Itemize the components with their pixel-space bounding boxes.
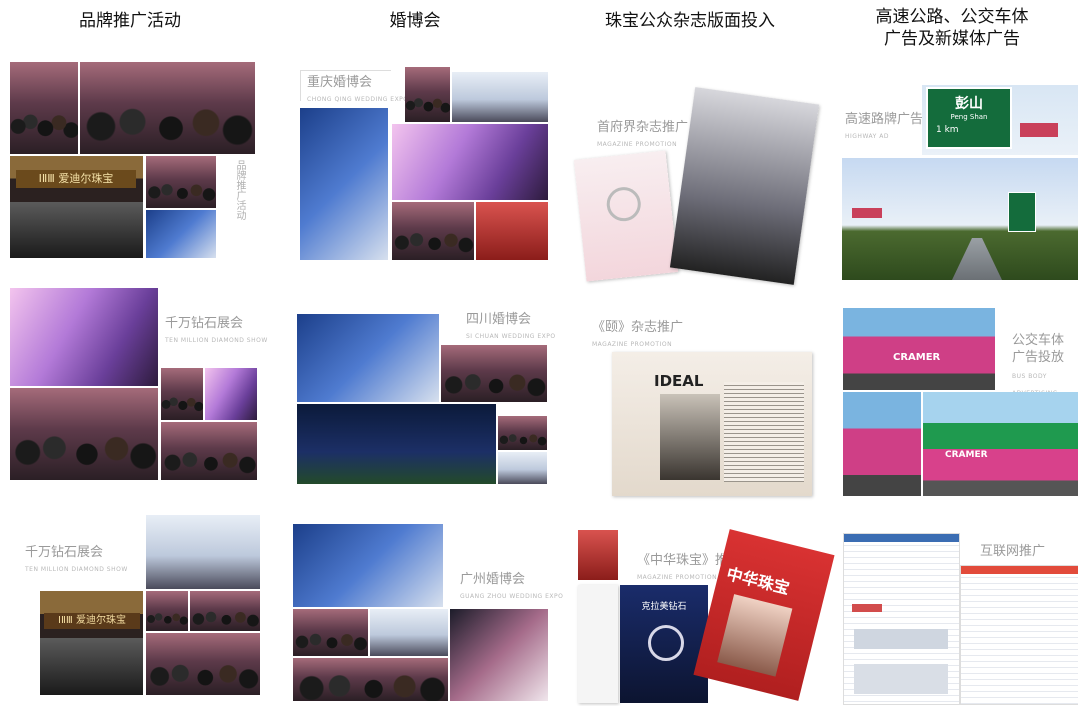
store-sign: ⅠⅡⅢ 爱迪尔珠宝	[16, 170, 136, 188]
highway-sign: 彭山 Peng Shan 1 km	[926, 87, 1012, 149]
web-ad-block	[852, 604, 882, 612]
web-image-grid	[854, 664, 948, 694]
label-guangzhou: 广州婚博会 GUANG ZHOU WEDDING EXPO	[460, 572, 564, 600]
bus-brand-2: CRAMER	[945, 450, 988, 460]
photo-cq-c	[392, 202, 474, 260]
bus-brand-1: CRAMER	[893, 352, 941, 363]
column-title-wedding-expo: 婚博会	[389, 11, 441, 31]
label-qianwan-expo-2: 千万钻石展会 TEN MILLION DIAMOND SHOW	[25, 545, 128, 573]
diamond-ad-title: 克拉美钻石	[641, 602, 687, 612]
photo-store-crowd	[80, 62, 255, 154]
magazine-diamond-ad: 克拉美钻石	[620, 585, 708, 703]
photo-gz-c	[293, 658, 448, 701]
magazine-ideal-photo	[660, 394, 720, 480]
label-qianwan-expo-1: 千万钻石展会 TEN MILLION DIAMOND SHOW	[165, 316, 268, 344]
billboard-small	[1020, 123, 1058, 137]
highway-sign-distance: 1 km	[936, 125, 959, 135]
photo-stage	[146, 210, 216, 258]
label-magazine-world: 首府界杂志推广 MAGAZINE PROMOTION	[597, 120, 689, 148]
magazine-china-title: 中华珠宝	[724, 564, 792, 599]
highway-sign-pinyin: Peng Shan	[950, 113, 988, 121]
store-sign-2: ⅠⅡⅢ 爱迪尔珠宝	[44, 613, 140, 629]
magazine-cover-world	[669, 87, 820, 285]
web-header-bar-2	[961, 566, 1078, 574]
photo-sc-booth	[297, 314, 439, 402]
photo-counter	[146, 515, 260, 589]
magazine-china-small	[578, 530, 618, 580]
photo-gz-display	[450, 609, 548, 701]
road-sign	[1008, 192, 1036, 232]
web-header-bar	[844, 534, 959, 542]
magazine-china-photo	[717, 594, 793, 677]
magazine-inner-page	[578, 585, 618, 703]
diamond-ring-icon	[648, 625, 684, 661]
billboard-far	[852, 208, 882, 218]
photo-expo-small-1	[161, 368, 203, 420]
magazine-ring-page	[573, 150, 679, 282]
photo-cq-d	[476, 202, 548, 260]
photo-sc-crowd	[441, 345, 547, 402]
ring-icon	[605, 185, 643, 223]
photo-bus-3: CRAMER	[923, 392, 1078, 496]
photo-diamond-expo-1	[10, 288, 158, 386]
photo-bus-2	[843, 392, 921, 496]
photo-cq-stage	[300, 108, 388, 260]
photo-expo-small-3	[161, 422, 257, 480]
column-title-magazine: 珠宝公众杂志版面投入	[605, 11, 775, 31]
label-highway: 高速路牌广告 HIGHWAY AD	[845, 112, 924, 140]
magazine-ideal-text	[724, 382, 804, 482]
photo-sc-night	[297, 404, 496, 484]
web-screenshot-2	[960, 565, 1078, 705]
photo-gz-a	[293, 609, 368, 656]
photo-cq-a	[405, 67, 450, 122]
photo-storefront: ⅠⅡⅢ 爱迪尔珠宝	[10, 156, 143, 258]
photo-bus-1: CRAMER	[843, 308, 995, 390]
photo-gz-hall	[293, 524, 443, 607]
photo-cq-b	[452, 72, 548, 122]
photo-sc-b	[498, 452, 547, 484]
photo-diamond-expo-2	[10, 388, 158, 480]
photo-expo-small-2	[205, 368, 257, 420]
photo-gz-b	[370, 609, 448, 656]
magazine-ideal-spread: IDEAL	[612, 352, 812, 496]
magazine-ideal-title: IDEAL	[654, 372, 704, 390]
photo-store-sign: ⅠⅡⅢ 爱迪尔珠宝	[40, 591, 143, 695]
photo-small-b	[190, 591, 260, 631]
column-title-highway-bus: 高速公路、公交车体 广告及新媒体广告	[875, 7, 1029, 49]
web-image-strip	[854, 629, 948, 649]
photo-customers	[146, 156, 216, 208]
label-sichuan: 四川婚博会 SI CHUAN WEDDING EXPO	[466, 312, 556, 340]
label-magazine-ideal: 《颐》杂志推广 MAGAZINE PROMOTION	[592, 320, 684, 348]
column-title-brand-promotion: 品牌推广活动	[79, 11, 181, 31]
photo-crowd-bottom	[146, 633, 260, 695]
vertical-caption: 品牌推广活动	[234, 160, 245, 220]
photo-small-a	[146, 591, 188, 631]
road	[952, 238, 1002, 280]
web-screenshot-1	[843, 533, 960, 705]
photo-highway-sign: 彭山 Peng Shan 1 km	[922, 85, 1078, 155]
photo-highway-road	[842, 158, 1078, 280]
photo-sc-a	[498, 416, 547, 450]
photo-cq-hall	[392, 124, 548, 200]
label-chongqing: 重庆婚博会 CHONG QING WEDDING EXPO	[307, 75, 409, 103]
highway-sign-place: 彭山	[955, 96, 983, 112]
photo-event-crowd	[10, 62, 78, 154]
